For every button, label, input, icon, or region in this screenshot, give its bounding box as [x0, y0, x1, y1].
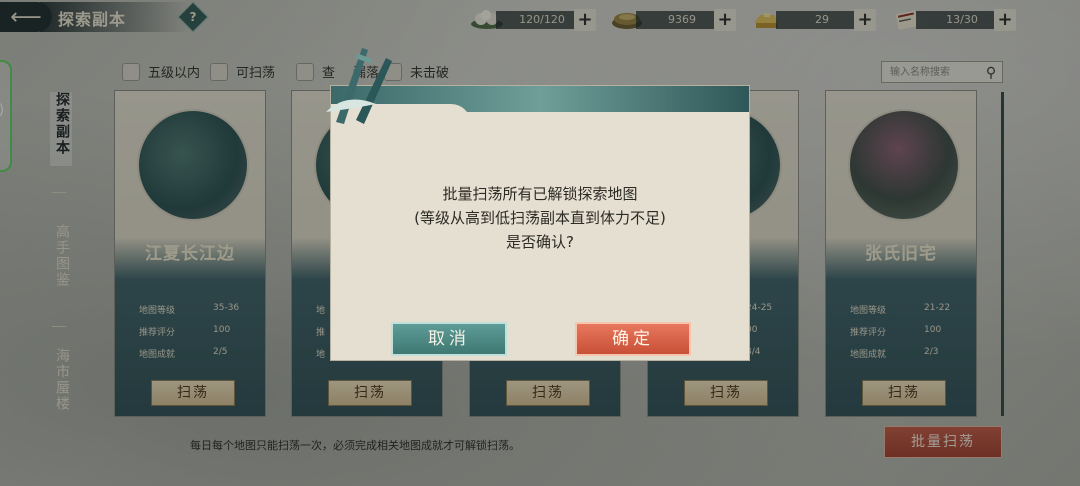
- dialog-line: (等级从高到低扫荡副本直到体力不足): [414, 209, 666, 227]
- dialog-message: 批量扫荡所有已解锁探索地图 (等级从高到低扫荡副本直到体力不足) 是否确认?: [331, 182, 749, 254]
- sword-ornament-icon: [326, 48, 392, 124]
- cancel-button[interactable]: 取消: [391, 322, 507, 356]
- dialog-line: 是否确认?: [506, 233, 574, 251]
- dialog-line: 批量扫荡所有已解锁探索地图: [442, 185, 638, 203]
- confirm-button[interactable]: 确定: [575, 322, 691, 356]
